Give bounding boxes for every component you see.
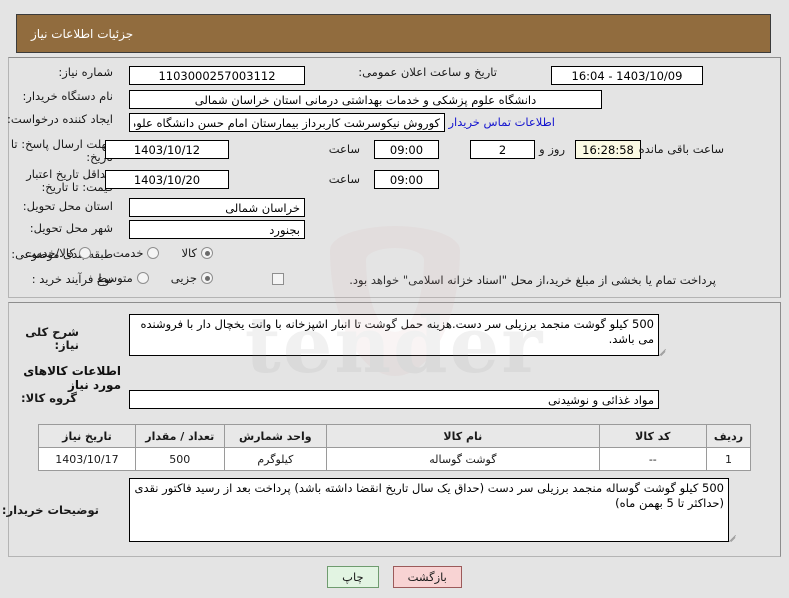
col-name: نام کالا: [326, 424, 600, 448]
action-button-bar: بازگشت چاپ: [0, 566, 789, 588]
treasury-checkbox[interactable]: [272, 273, 284, 285]
table-row: 1 -- گوشت گوساله کیلوگرم 500 1403/10/17: [38, 447, 751, 471]
process-option-motevaset[interactable]: متوسط: [97, 271, 149, 285]
items-table-body: 1 -- گوشت گوساله کیلوگرم 500 1403/10/17: [38, 447, 751, 471]
requester-label: ایجاد کننده درخواست:: [7, 112, 113, 126]
radio-icon[interactable]: [78, 247, 91, 259]
category-option-label: کالا/خدمت: [24, 246, 75, 260]
category-option-kala-khedmat[interactable]: کالا/خدمت: [25, 246, 91, 260]
process-option-label: متوسط: [96, 271, 133, 285]
subject-category-radio-group: کالا خدمت کالا/خدمت: [3, 246, 213, 260]
validity-label-row: حداقل تاریخ اعتبار قیمت: تا تاریخ:: [7, 168, 113, 194]
item-group-label: گروه کالا:: [21, 391, 77, 405]
item-group-input[interactable]: [129, 390, 659, 409]
table-header-row: ردیف کد کالا نام کالا واحد شمارش تعداد /…: [38, 424, 751, 448]
cell-name: گوشت گوساله: [326, 447, 600, 471]
deadline-date-input[interactable]: [105, 140, 229, 159]
items-section-title: اطلاعات کالاهای مورد نیاز: [23, 364, 121, 392]
col-qty: تعداد / مقدار: [134, 424, 225, 448]
delivery-province-input[interactable]: [129, 198, 305, 217]
validity-date-input[interactable]: [105, 170, 229, 189]
announce-date-label: تاریخ و ساعت اعلان عمومی:: [358, 65, 497, 79]
summary-label-row: شرح کلی نیاز:: [0, 326, 79, 352]
cell-unit: کیلوگرم: [223, 447, 328, 471]
items-table-head: ردیف کد کالا نام کالا واحد شمارش تعداد /…: [38, 424, 751, 448]
remaining-days-input[interactable]: [470, 140, 535, 159]
cell-index: 1: [706, 447, 751, 471]
city-label-row: شهر محل تحویل:: [30, 222, 113, 235]
radio-icon[interactable]: [201, 272, 213, 284]
category-option-label: خدمت: [112, 246, 144, 260]
deadline-time-input[interactable]: [374, 140, 439, 159]
tender-details-page: tender جزئیات اطلاعات نیاز شماره نیاز: ت…: [0, 0, 789, 598]
category-option-khedmat[interactable]: خدمت: [113, 246, 160, 260]
group-label-row: گروه کالا:: [21, 392, 77, 405]
treasury-note-label: پرداخت تمام یا بخشی از مبلغ خرید،از محل …: [349, 273, 716, 287]
delivery-city-label: شهر محل تحویل:: [29, 221, 113, 235]
announce-label-row: تاریخ و ساعت اعلان عمومی:: [358, 66, 497, 79]
cell-code: --: [598, 447, 708, 471]
deadline-label-row: مهلت ارسال پاسخ: تا تاریخ:: [7, 138, 113, 164]
radio-icon[interactable]: [147, 247, 160, 259]
deadline-hour-label: ساعت: [328, 142, 360, 156]
buyer-notes-textarea[interactable]: [129, 478, 729, 542]
province-label-row: استان محل تحویل:: [23, 200, 113, 213]
buyer-org-input[interactable]: [129, 90, 602, 109]
category-option-kala[interactable]: کالا: [181, 246, 213, 260]
need-number-label: شماره نیاز:: [58, 65, 113, 79]
countdown-label: ساعت باقی مانده: [638, 142, 724, 156]
validity-hour-label: ساعت: [328, 172, 360, 186]
buyer-notes-label-row: توضیحات خریدار:: [2, 504, 99, 517]
need-summary-textarea[interactable]: [129, 314, 659, 356]
countdown-timer-input[interactable]: [575, 140, 641, 159]
page-title: جزئیات اطلاعات نیاز: [31, 26, 134, 41]
buyer-contact-link[interactable]: اطلاعات تماس خریدار: [448, 115, 555, 129]
need-number-input[interactable]: [129, 66, 305, 85]
deadline-label: مهلت ارسال پاسخ: تا تاریخ:: [10, 137, 113, 164]
price-validity-label: حداقل تاریخ اعتبار قیمت: تا تاریخ:: [26, 167, 113, 194]
print-button[interactable]: چاپ: [327, 566, 379, 588]
buyer-org-label: نام دستگاه خریدار:: [22, 89, 113, 103]
need-summary-label: شرح کلی نیاز:: [25, 325, 79, 352]
back-button[interactable]: بازگشت: [392, 566, 462, 588]
buyer-notes-label: توضیحات خریدار:: [1, 503, 99, 517]
process-option-label: جزیی: [170, 271, 197, 285]
requester-input[interactable]: [129, 113, 445, 132]
requester-label-row: ایجاد کننده درخواست:: [7, 113, 113, 126]
announce-date-input[interactable]: [551, 66, 703, 85]
delivery-province-label: استان محل تحویل:: [22, 199, 113, 213]
delivery-city-input[interactable]: [129, 220, 305, 239]
col-code: کد کالا: [598, 424, 708, 448]
col-index: ردیف: [706, 424, 751, 448]
page-header: جزئیات اطلاعات نیاز: [16, 14, 771, 53]
items-table: ردیف کد کالا نام کالا واحد شمارش تعداد /…: [38, 424, 751, 471]
radio-icon[interactable]: [136, 272, 149, 284]
purchase-process-radio-group: جزیی متوسط: [75, 271, 213, 285]
need-number-label-row: شماره نیاز:: [58, 66, 113, 79]
cell-date: 1403/10/17: [38, 447, 136, 471]
radio-icon[interactable]: [201, 247, 213, 259]
process-option-jozei[interactable]: جزیی: [171, 271, 213, 285]
remaining-days-label: روز و: [539, 142, 565, 156]
buyer-org-label-row: نام دستگاه خریدار:: [22, 90, 113, 103]
validity-time-input[interactable]: [374, 170, 439, 189]
category-option-label: کالا: [181, 246, 197, 260]
cell-qty: 500: [134, 447, 225, 471]
col-date: تاریخ نیاز: [38, 424, 136, 448]
col-unit: واحد شمارش: [223, 424, 328, 448]
